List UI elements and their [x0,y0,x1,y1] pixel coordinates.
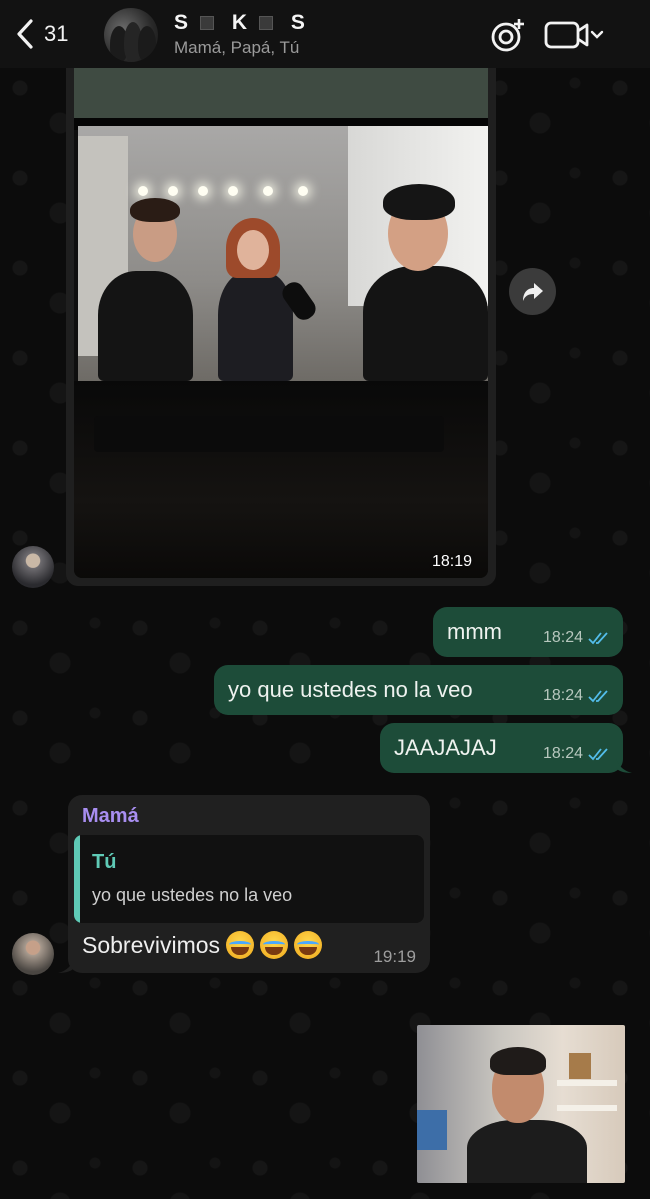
video-camera-icon[interactable] [544,20,606,50]
outgoing-message[interactable]: JAAJAJAJ 18:24 [380,723,623,773]
message-text: mmm [447,619,502,644]
chevron-down-icon [590,30,604,39]
laughing-emoji-icon [294,931,323,959]
bubble-tail [616,758,632,773]
outgoing-message[interactable]: yo que ustedes no la veo 18:24 [214,665,623,715]
laughing-emoji-icon [260,931,289,959]
message-time: 19:19 [373,947,416,966]
message-text: JAAJAJAJ [394,735,497,760]
message-text: yo que ustedes no la veo [228,677,473,702]
chevron-left-icon [17,19,33,49]
message-time: 18:19 [431,553,472,570]
message-time: 18:24 [542,687,583,704]
sender-avatar[interactable] [12,546,54,588]
sender-avatar[interactable] [12,933,54,975]
pip-video-thumbnail[interactable] [417,1025,625,1183]
forward-button[interactable] [509,268,556,315]
chat-header: 31 S K S Mamá, Papá, Tú [0,0,650,68]
group-title[interactable]: S K S [174,11,315,35]
image-message[interactable]: 18:19 [66,68,496,586]
message-time: 18:24 [542,745,583,762]
double-check-icon [588,632,608,645]
double-check-icon [588,748,608,761]
incoming-message[interactable]: Mamá Tú yo que ustedes no la veo Sobrevi… [68,795,430,973]
sender-name: Mamá [82,805,139,827]
shared-photo[interactable]: 18:19 [74,68,488,578]
quoted-sender: Tú [92,851,117,873]
quoted-text: yo que ustedes no la veo [92,885,293,905]
group-members: Mamá, Papá, Tú [174,38,300,57]
group-avatar[interactable] [104,8,158,62]
unread-count: 31 [44,21,69,46]
laughing-emoji-icon [226,931,255,959]
double-check-icon [588,690,608,703]
message-text: Sobrevivimos [82,931,323,959]
outgoing-message[interactable]: mmm 18:24 [433,607,623,657]
camera-lens-icon[interactable] [489,16,527,54]
message-time: 18:24 [542,629,583,646]
quoted-message[interactable]: Tú yo que ustedes no la veo [74,835,424,923]
back-button[interactable]: 31 [14,17,68,51]
forward-icon [522,282,543,301]
